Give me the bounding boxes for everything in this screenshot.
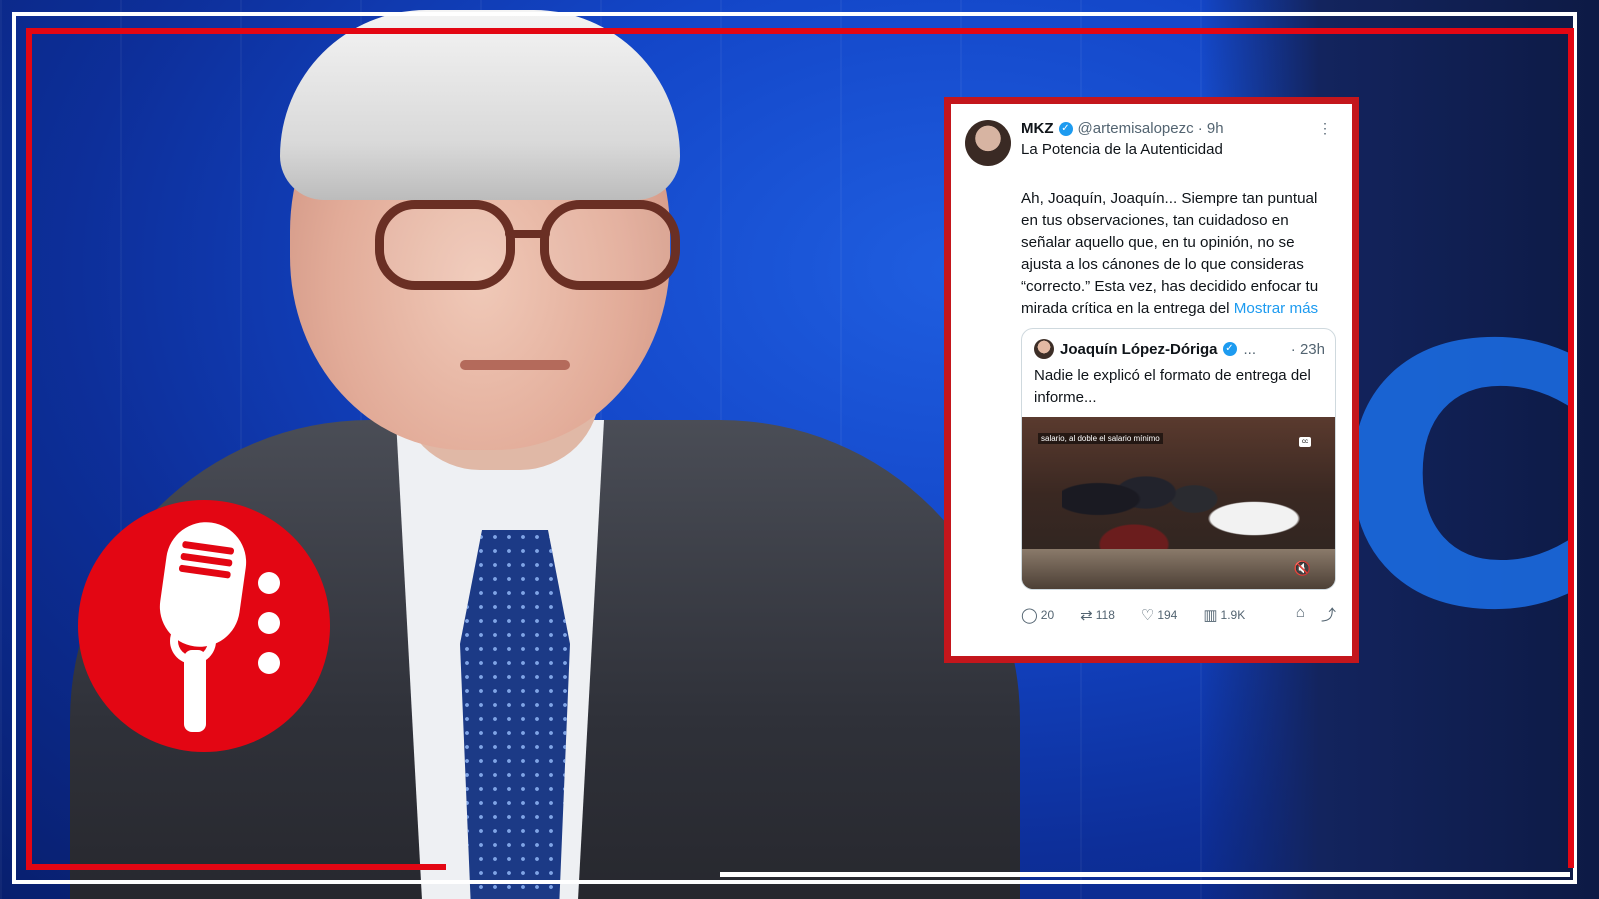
quoted-text: Nadie le explicó el formato de entrega d… bbox=[1034, 367, 1311, 406]
tweet-card: ⋮ MKZ ✓ @artemisalopezc · 9h La Potencia… bbox=[951, 104, 1352, 656]
white-frame-bottom bbox=[720, 872, 1570, 877]
quoted-author-avatar bbox=[1034, 339, 1054, 359]
mute-icon[interactable]: 🔇 bbox=[1294, 560, 1311, 577]
like-icon: ♡ bbox=[1140, 606, 1155, 624]
views-button[interactable]: ▥ 1.9K bbox=[1203, 606, 1245, 624]
tweet-text: Ah, Joaquín, Joaquín... Siempre tan punt… bbox=[1021, 190, 1319, 317]
author-handle-time[interactable]: @artemisalopezc · 9h bbox=[1078, 120, 1224, 137]
badge-dot bbox=[258, 652, 280, 674]
badge-dot bbox=[258, 612, 280, 634]
reply-button[interactable]: ◯ 20 bbox=[1021, 606, 1054, 624]
repost-button[interactable]: ⇄ 118 bbox=[1080, 606, 1115, 624]
tweet-actions: ◯ 20 ⇄ 118 ♡ 194 ▥ 1.9K ⌂ ⤴ bbox=[1021, 604, 1336, 625]
microphone-stem bbox=[184, 650, 206, 732]
captions-icon[interactable]: cc bbox=[1299, 437, 1311, 447]
badge-dot bbox=[258, 572, 280, 594]
author-subtitle: La Potencia de la Autenticidad bbox=[1021, 141, 1223, 158]
like-button[interactable]: ♡ 194 bbox=[1141, 606, 1177, 624]
quoted-handle-truncated: ... bbox=[1243, 340, 1257, 358]
verified-icon: ✓ bbox=[1058, 121, 1073, 136]
red-frame-bottom bbox=[26, 864, 446, 870]
bookmark-icon[interactable]: ⌂ bbox=[1296, 604, 1305, 625]
quoted-author-name: Joaquín López-Dóriga bbox=[1060, 340, 1218, 358]
quoted-tweet[interactable]: Joaquín López-Dóriga ✓ ... · 23h Nadie l… bbox=[1021, 328, 1336, 590]
author-avatar[interactable] bbox=[965, 120, 1011, 166]
video-podium bbox=[1022, 549, 1335, 589]
quoted-time: · 23h bbox=[1290, 340, 1325, 358]
quoted-video[interactable]: salario, al doble el salario mínimo cc 🔇 bbox=[1022, 417, 1335, 589]
video-caption: salario, al doble el salario mínimo bbox=[1038, 433, 1163, 444]
share-icon[interactable]: ⤴ bbox=[1321, 604, 1336, 625]
reply-icon: ◯ bbox=[1021, 606, 1038, 624]
verified-icon: ✓ bbox=[1222, 342, 1237, 356]
screenshot-stage: NC ⋮ bbox=[0, 0, 1599, 899]
tweet-screenshot-frame: ⋮ MKZ ✓ @artemisalopezc · 9h La Potencia… bbox=[944, 97, 1359, 663]
microphone-badge bbox=[78, 500, 330, 752]
views-icon: ▥ bbox=[1203, 606, 1218, 624]
author-name[interactable]: MKZ bbox=[1021, 120, 1054, 137]
more-options-icon[interactable]: ⋮ bbox=[1318, 120, 1332, 137]
repost-icon: ⇄ bbox=[1080, 606, 1093, 624]
show-more-link[interactable]: Mostrar más bbox=[1234, 300, 1318, 317]
